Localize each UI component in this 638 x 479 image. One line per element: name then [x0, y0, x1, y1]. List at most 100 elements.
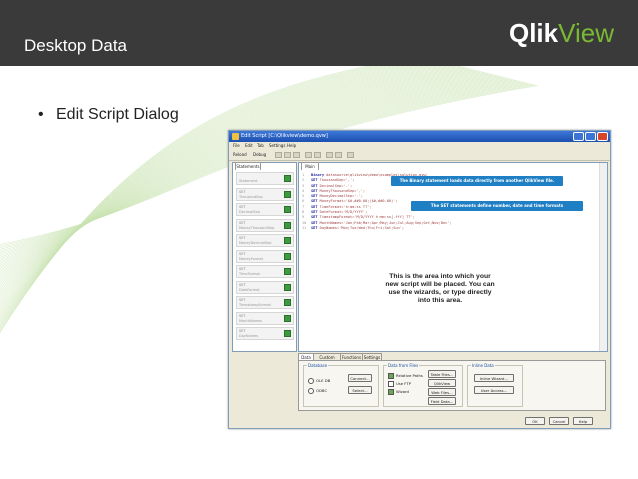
function-item[interactable]: SET MoneyFormat: [236, 249, 294, 263]
maximize-icon[interactable]: [585, 132, 596, 141]
code-text: TimeFormat='h:mm:ss TT';: [317, 204, 372, 209]
function-name: DecimalSep: [239, 210, 260, 214]
function-name: TimestampFormat: [239, 303, 271, 307]
script-editor[interactable]: Main 1 Binary datasource\qlikview\demo\ex…: [298, 162, 608, 352]
debug-button[interactable]: Debug: [253, 152, 266, 157]
data-tab-panel: Database OLE DB ODBC Connect... Select..…: [298, 360, 606, 411]
radio-oledb[interactable]: OLE DB: [308, 378, 330, 384]
help-button[interactable]: Help: [573, 417, 593, 425]
code-keyword: Binary: [311, 173, 324, 177]
statements-pane: Statements Statement SET ThousandSep SET Dec…: [232, 162, 297, 352]
qlikview-file-button[interactable]: QlikView File...: [428, 379, 456, 393]
function-item[interactable]: SET MonthNames: [236, 311, 294, 325]
copy-icon[interactable]: [284, 152, 291, 158]
function-keyword: SET: [239, 220, 246, 225]
logo-accent: View: [558, 18, 614, 48]
tab-statements[interactable]: Statements: [235, 162, 261, 170]
wizard-checkbox[interactable]: Wizard: [388, 389, 409, 395]
binary-callout: The Binary statement loads data directly…: [391, 176, 563, 186]
add-icon[interactable]: [284, 237, 291, 244]
add-icon[interactable]: [284, 190, 291, 198]
code-text: MoneyFormat='$#,##0.00;($#,##0.00)';: [317, 199, 398, 204]
editor-scrollbar[interactable]: [599, 163, 607, 351]
function-name: DateFormat: [239, 287, 260, 292]
relative-paths-checkbox[interactable]: Relative Paths: [388, 373, 423, 379]
field-data-button[interactable]: Field Data...: [428, 397, 456, 405]
menu-help[interactable]: Help: [287, 143, 296, 148]
user-access-button[interactable]: User Access...: [474, 386, 514, 394]
table-files-button[interactable]: Table Files...: [428, 370, 456, 378]
add-icon[interactable]: [284, 206, 291, 213]
find-icon[interactable]: [326, 152, 333, 158]
add-icon[interactable]: [284, 314, 291, 322]
radio-odbc[interactable]: ODBC: [308, 388, 327, 394]
function-item[interactable]: SET DayNames: [236, 327, 294, 340]
function-keyword: SET: [239, 298, 246, 302]
function-item[interactable]: SET DateFormat: [236, 280, 294, 294]
add-icon[interactable]: [284, 252, 291, 260]
menu-file[interactable]: File: [233, 143, 240, 148]
help-icon[interactable]: [347, 152, 354, 158]
use-ftp-checkbox[interactable]: Use FTP: [388, 381, 411, 387]
function-item[interactable]: Statement: [236, 172, 294, 185]
menu-bar: File Edit Tab Settings Help: [229, 142, 610, 150]
function-name: TimeFormat: [239, 272, 260, 276]
function-name: MonthNames: [239, 318, 263, 323]
menu-settings[interactable]: Settings: [269, 143, 285, 148]
function-keyword: SET: [239, 313, 246, 318]
dialog-title: Edit Script [C:\Qlikview\demo.qvw]: [241, 133, 328, 139]
tab-main[interactable]: Main: [301, 162, 319, 170]
minimize-icon[interactable]: [573, 132, 584, 141]
paste-icon[interactable]: [293, 152, 300, 158]
function-item[interactable]: SET ThousandSep: [236, 187, 294, 201]
inline-wizard-button[interactable]: Inline Wizard...: [474, 374, 514, 382]
function-item[interactable]: SET DecimalSep: [236, 203, 294, 216]
inline-data-group: Inline Data Inline Wizard... User Access…: [467, 363, 523, 407]
dialog-titlebar: Edit Script [C:\Qlikview\demo.qvw]: [229, 131, 610, 142]
cancel-button[interactable]: Cancel: [549, 417, 569, 425]
function-item[interactable]: SET TimeFormat: [236, 265, 294, 278]
function-name: Statement: [239, 179, 258, 183]
logo-main: Qlik: [508, 18, 559, 48]
function-name: MoneyDecimalSep: [239, 241, 272, 245]
function-item[interactable]: SET MoneyThousandSep: [236, 218, 294, 232]
data-from-files-label: Data from Files: [387, 363, 420, 368]
slide-title: Desktop Data: [24, 36, 127, 55]
function-name: DayNames: [239, 334, 259, 338]
print-icon[interactable]: [335, 152, 342, 158]
undo-icon[interactable]: [305, 152, 312, 158]
redo-icon[interactable]: [314, 152, 321, 158]
code-text: MoneyThousandSep=',';: [317, 188, 366, 193]
cut-icon[interactable]: [275, 152, 282, 158]
set-callout: The SET statements define number, date a…: [411, 201, 583, 211]
function-item[interactable]: SET TimestampFormat: [236, 296, 294, 309]
database-group: Database OLE DB ODBC Connect... Select..…: [303, 363, 379, 407]
web-files-button[interactable]: Web Files...: [428, 388, 456, 396]
code-text: MonthNames='Jan;Feb;Mar;Apr;May;Jun;Jul;…: [317, 220, 452, 225]
select-button[interactable]: Select...: [348, 386, 372, 394]
connect-button[interactable]: Connect...: [348, 374, 372, 382]
inline-data-label: Inline Data: [471, 363, 495, 368]
function-keyword: SET: [239, 205, 246, 209]
data-from-files-group: Data from Files Relative Paths Use FTP W…: [383, 363, 463, 407]
close-icon[interactable]: [597, 132, 608, 141]
reload-button[interactable]: Reload: [233, 152, 247, 157]
add-icon[interactable]: [284, 268, 291, 275]
code-text: TimestampFormat='M/D/YYYY h:mm:ss[.fff] …: [317, 215, 415, 220]
ok-button[interactable]: OK: [525, 417, 545, 425]
add-icon[interactable]: [284, 221, 291, 229]
app-icon: [232, 133, 239, 140]
menu-tab[interactable]: Tab: [257, 143, 264, 148]
code-text: DayNames='Mon;Tue;Wed;Thu;Fri;Sat;Sun';: [317, 225, 405, 230]
line-number: 11: [302, 225, 307, 230]
add-icon[interactable]: [284, 299, 291, 306]
add-icon[interactable]: [284, 175, 291, 182]
add-icon[interactable]: [284, 283, 291, 291]
add-icon[interactable]: [284, 330, 291, 337]
function-name: ThousandSep: [239, 194, 263, 199]
function-keyword: SET: [239, 329, 246, 333]
function-keyword: SET: [239, 282, 246, 287]
menu-edit[interactable]: Edit: [245, 143, 253, 148]
function-item[interactable]: SET MoneyDecimalSep: [236, 234, 294, 247]
editor-note: This is the area into which your new scr…: [385, 273, 495, 304]
